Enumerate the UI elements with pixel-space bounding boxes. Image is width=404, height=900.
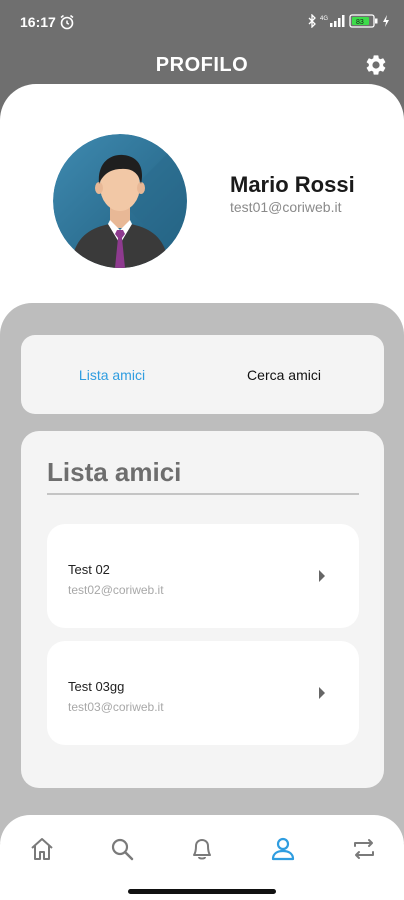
divider bbox=[47, 493, 359, 495]
friends-list-card: Lista amici Test 02 test02@coriweb.it Te… bbox=[21, 431, 384, 788]
bottom-navigation bbox=[0, 815, 404, 900]
alarm-icon bbox=[60, 14, 74, 30]
page-title: PROFILO bbox=[155, 54, 249, 76]
settings-gear-icon[interactable] bbox=[364, 53, 388, 77]
friends-panel: Lista amici Cerca amici Lista amici Test… bbox=[0, 303, 404, 843]
signal-icon: 4G bbox=[320, 15, 345, 27]
list-item[interactable]: Test 02 test02@coriweb.it bbox=[47, 524, 359, 628]
chevron-right-icon bbox=[319, 570, 325, 582]
app-header: PROFILO bbox=[0, 44, 404, 88]
friend-name: Test 03gg bbox=[68, 679, 125, 694]
avatar bbox=[53, 134, 187, 268]
profile-name: Mario Rossi bbox=[230, 172, 355, 197]
friends-list-title: Lista amici bbox=[47, 457, 182, 487]
friend-name: Test 02 bbox=[68, 562, 110, 577]
friends-tab-bar: Lista amici Cerca amici bbox=[21, 335, 384, 414]
friend-email: test02@coriweb.it bbox=[68, 583, 164, 597]
search-icon[interactable] bbox=[108, 835, 136, 863]
chevron-right-icon bbox=[319, 687, 325, 699]
svg-text:4G: 4G bbox=[320, 16, 328, 22]
status-time: 16:17 bbox=[20, 14, 56, 30]
list-item[interactable]: Test 03gg test03@coriweb.it bbox=[47, 641, 359, 745]
status-icons: 4G 83 bbox=[308, 14, 390, 28]
svg-text:83: 83 bbox=[356, 19, 364, 26]
status-bar: 16:17 4G 83 bbox=[0, 0, 404, 44]
friend-email: test03@coriweb.it bbox=[68, 700, 164, 714]
tab-friends-list[interactable]: Lista amici bbox=[21, 335, 203, 414]
charging-icon bbox=[383, 15, 389, 27]
user-avatar-image bbox=[53, 134, 187, 268]
swap-icon[interactable] bbox=[350, 835, 378, 863]
bluetooth-icon bbox=[308, 14, 316, 28]
battery-icon: 83 bbox=[349, 14, 378, 28]
profile-email: test01@coriweb.it bbox=[230, 199, 342, 215]
user-icon[interactable] bbox=[269, 835, 297, 863]
home-icon[interactable] bbox=[28, 835, 56, 863]
home-indicator bbox=[128, 889, 276, 894]
bell-icon[interactable] bbox=[188, 835, 216, 863]
tab-search-friends[interactable]: Cerca amici bbox=[193, 335, 375, 414]
